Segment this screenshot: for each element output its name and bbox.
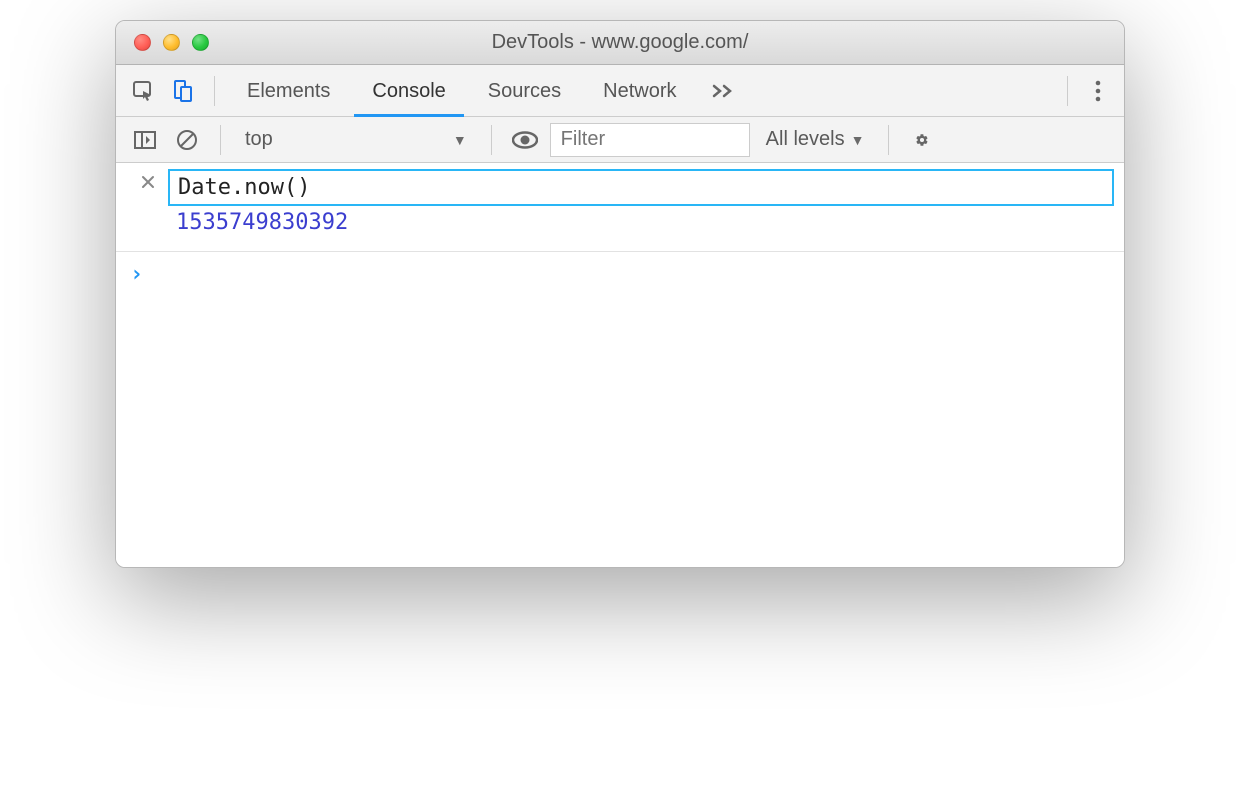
traffic-lights xyxy=(116,34,209,51)
execution-context-select[interactable]: top ▼ xyxy=(237,123,475,157)
tab-sources[interactable]: Sources xyxy=(470,65,579,117)
chevron-down-icon: ▼ xyxy=(851,132,865,148)
console-settings-icon[interactable] xyxy=(905,123,939,157)
divider xyxy=(888,125,889,155)
device-toolbar-icon[interactable] xyxy=(166,74,200,108)
divider xyxy=(214,76,215,106)
close-window-button[interactable] xyxy=(134,34,151,51)
divider xyxy=(491,125,492,155)
filter-input[interactable] xyxy=(550,123,750,157)
window-title: DevTools - www.google.com/ xyxy=(116,31,1124,54)
eager-evaluation-row: Date.now() 1535749830392 xyxy=(116,163,1124,252)
toggle-drawer-icon[interactable] xyxy=(128,123,162,157)
inspect-element-icon[interactable] xyxy=(126,74,160,108)
clear-console-icon[interactable] xyxy=(170,123,204,157)
console-expression-input[interactable]: Date.now() xyxy=(168,169,1114,206)
divider xyxy=(220,125,221,155)
more-tabs-icon[interactable] xyxy=(701,82,745,100)
divider xyxy=(1067,76,1068,106)
tab-network[interactable]: Network xyxy=(585,65,694,117)
chevron-down-icon: ▼ xyxy=(453,132,467,148)
live-expression-icon[interactable] xyxy=(508,123,542,157)
context-label: top xyxy=(245,128,273,151)
titlebar: DevTools - www.google.com/ xyxy=(116,21,1124,65)
console-prompt[interactable]: › xyxy=(116,252,1124,287)
clear-expression-icon[interactable] xyxy=(128,169,168,189)
prompt-chevron-icon: › xyxy=(130,262,143,287)
minimize-window-button[interactable] xyxy=(163,34,180,51)
console-body: Date.now() 1535749830392 › xyxy=(116,163,1124,567)
levels-label: All levels xyxy=(766,128,845,151)
tab-elements[interactable]: Elements xyxy=(229,65,348,117)
eager-result: 1535749830392 xyxy=(168,206,1114,243)
panel-tabbar: Elements Console Sources Network xyxy=(116,65,1124,117)
devtools-window: DevTools - www.google.com/ Elements Cons… xyxy=(115,20,1125,568)
tab-console[interactable]: Console xyxy=(354,65,463,117)
console-toolbar: top ▼ All levels ▼ xyxy=(116,117,1124,163)
more-options-icon[interactable] xyxy=(1082,79,1114,103)
log-levels-select[interactable]: All levels ▼ xyxy=(758,128,873,151)
zoom-window-button[interactable] xyxy=(192,34,209,51)
